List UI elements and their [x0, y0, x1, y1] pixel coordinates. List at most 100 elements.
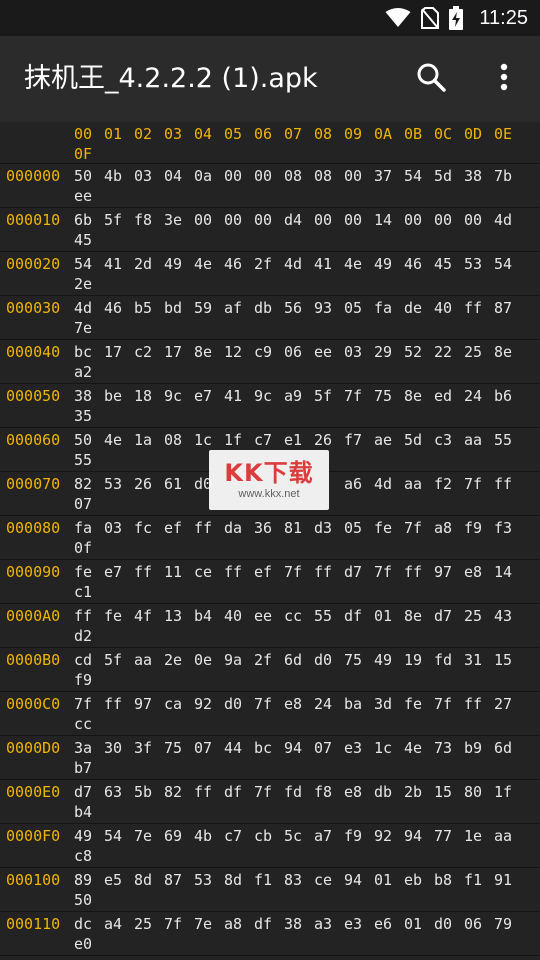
byte-cell[interactable]: ff [314, 563, 344, 581]
byte-cell[interactable]: 7e [74, 319, 104, 337]
byte-cell[interactable]: 55 [74, 451, 104, 469]
byte-cell[interactable]: a6 [344, 475, 374, 493]
hex-row[interactable]: 0000F0 49 54 7e 69 4b c7 cb 5c a7 f9 92 94 77 1e aa c8 [0, 824, 540, 868]
byte-cell[interactable]: 1f [494, 783, 524, 801]
byte-cell[interactable]: e8 [284, 695, 314, 713]
byte-cell[interactable]: 03 [344, 343, 374, 361]
byte-cell[interactable]: da [224, 519, 254, 537]
byte-cell[interactable]: 37 [374, 167, 404, 185]
byte-cell[interactable]: 6d [284, 651, 314, 669]
byte-cell[interactable]: 7f [254, 695, 284, 713]
byte-cell[interactable]: ff [194, 783, 224, 801]
byte-cell[interactable]: 01 [374, 607, 404, 625]
byte-cell[interactable]: 2f [254, 651, 284, 669]
byte-cell[interactable]: 50 [74, 167, 104, 185]
byte-cell[interactable]: 91 [494, 871, 524, 889]
byte-cell[interactable]: 1c [194, 431, 224, 449]
byte-cell[interactable]: 97 [434, 563, 464, 581]
byte-cell[interactable]: 7f [374, 563, 404, 581]
hex-row[interactable]: 000030 4d 46 b5 bd 59 af db 56 93 05 fa de 40 ff 87 7e [0, 296, 540, 340]
byte-cell[interactable]: 89 [74, 871, 104, 889]
byte-cell[interactable]: 56 [284, 299, 314, 317]
byte-cell[interactable]: 49 [74, 827, 104, 845]
byte-cell[interactable]: cc [284, 607, 314, 625]
byte-cell[interactable]: 38 [464, 167, 494, 185]
byte-cell[interactable]: fe [374, 519, 404, 537]
byte-cell[interactable]: 36 [254, 519, 284, 537]
byte-cell[interactable]: 08 [164, 431, 194, 449]
byte-cell[interactable]: e1 [284, 431, 314, 449]
byte-cell[interactable]: ff [104, 695, 134, 713]
byte-cell[interactable]: 7f [254, 783, 284, 801]
byte-cell[interactable]: ff [464, 695, 494, 713]
byte-cell[interactable]: c7 [224, 827, 254, 845]
byte-cell[interactable]: ee [74, 187, 104, 205]
byte-cell[interactable]: aa [404, 475, 434, 493]
byte-cell[interactable]: b5 [134, 299, 164, 317]
byte-cell[interactable]: 43 [494, 607, 524, 625]
byte-cell[interactable]: f7 [344, 431, 374, 449]
byte-cell[interactable]: e3 [344, 915, 374, 933]
hex-row[interactable]: 000080 fa 03 fc ef ff da 36 81 d3 05 fe 7f a8 f9 f3 0f [0, 516, 540, 560]
hex-row[interactable]: 0000A0 ff fe 4f 13 b4 40 ee cc 55 df 01 8e d7 25 43 d2 [0, 604, 540, 648]
byte-cell[interactable]: 18 [134, 387, 164, 405]
byte-cell[interactable]: e0 [74, 935, 104, 953]
byte-cell[interactable]: 08 [284, 167, 314, 185]
byte-cell[interactable]: 06 [284, 343, 314, 361]
more-options-button[interactable] [480, 55, 528, 103]
byte-cell[interactable]: 7f [74, 695, 104, 713]
byte-cell[interactable]: 94 [284, 739, 314, 757]
byte-cell[interactable]: 4d [494, 211, 524, 229]
byte-cell[interactable]: 4d [284, 255, 314, 273]
byte-cell[interactable]: 25 [134, 915, 164, 933]
byte-cell[interactable]: 45 [74, 231, 104, 249]
byte-cell[interactable]: 8e [404, 607, 434, 625]
byte-cell[interactable]: ff [134, 563, 164, 581]
byte-cell[interactable]: 87 [494, 299, 524, 317]
byte-cell[interactable]: 14 [374, 211, 404, 229]
byte-cell[interactable]: ff [494, 475, 524, 493]
byte-cell[interactable]: 5f [104, 651, 134, 669]
hex-row[interactable]: 000000 50 4b 03 04 0a 00 00 08 08 00 37 54 5d 38 7b ee [0, 164, 540, 208]
byte-cell[interactable]: c9 [254, 343, 284, 361]
byte-cell[interactable]: 4d [74, 299, 104, 317]
byte-cell[interactable]: 4b [104, 167, 134, 185]
byte-cell[interactable]: a8 [434, 519, 464, 537]
byte-cell[interactable]: eb [404, 871, 434, 889]
byte-cell[interactable]: 82 [74, 475, 104, 493]
byte-cell[interactable]: 03 [104, 519, 134, 537]
byte-cell[interactable]: 40 [434, 299, 464, 317]
byte-cell[interactable]: ca [164, 695, 194, 713]
byte-cell[interactable]: 83 [284, 871, 314, 889]
byte-cell[interactable]: 38 [74, 387, 104, 405]
byte-cell[interactable]: 6d [494, 739, 524, 757]
byte-cell[interactable]: 17 [164, 343, 194, 361]
byte-cell[interactable]: 41 [314, 255, 344, 273]
byte-cell[interactable]: 92 [194, 695, 224, 713]
byte-cell[interactable]: 04 [164, 167, 194, 185]
byte-cell[interactable]: 41 [224, 387, 254, 405]
byte-cell[interactable]: 46 [104, 299, 134, 317]
byte-cell[interactable]: f9 [464, 519, 494, 537]
byte-cell[interactable]: 24 [314, 695, 344, 713]
byte-cell[interactable]: e8 [344, 783, 374, 801]
byte-cell[interactable]: 15 [434, 783, 464, 801]
byte-cell[interactable]: 7b [494, 167, 524, 185]
byte-cell[interactable]: c3 [434, 431, 464, 449]
byte-cell[interactable]: 27 [494, 695, 524, 713]
byte-cell[interactable]: e3 [344, 739, 374, 757]
byte-cell[interactable]: 05 [344, 519, 374, 537]
byte-cell[interactable]: c8 [74, 847, 104, 865]
byte-cell[interactable]: fd [434, 651, 464, 669]
byte-cell[interactable]: 63 [104, 783, 134, 801]
byte-cell[interactable]: 41 [104, 255, 134, 273]
byte-cell[interactable]: 17 [104, 343, 134, 361]
byte-cell[interactable]: 46 [404, 255, 434, 273]
byte-cell[interactable]: be [104, 387, 134, 405]
byte-cell[interactable]: b6 [494, 387, 524, 405]
byte-cell[interactable]: a4 [104, 915, 134, 933]
hex-row[interactable]: 000040 bc 17 c2 17 8e 12 c9 06 ee 03 29 52 22 25 8e a2 [0, 340, 540, 384]
byte-cell[interactable]: 15 [494, 651, 524, 669]
byte-cell[interactable]: 46 [224, 255, 254, 273]
byte-cell[interactable]: df [254, 915, 284, 933]
